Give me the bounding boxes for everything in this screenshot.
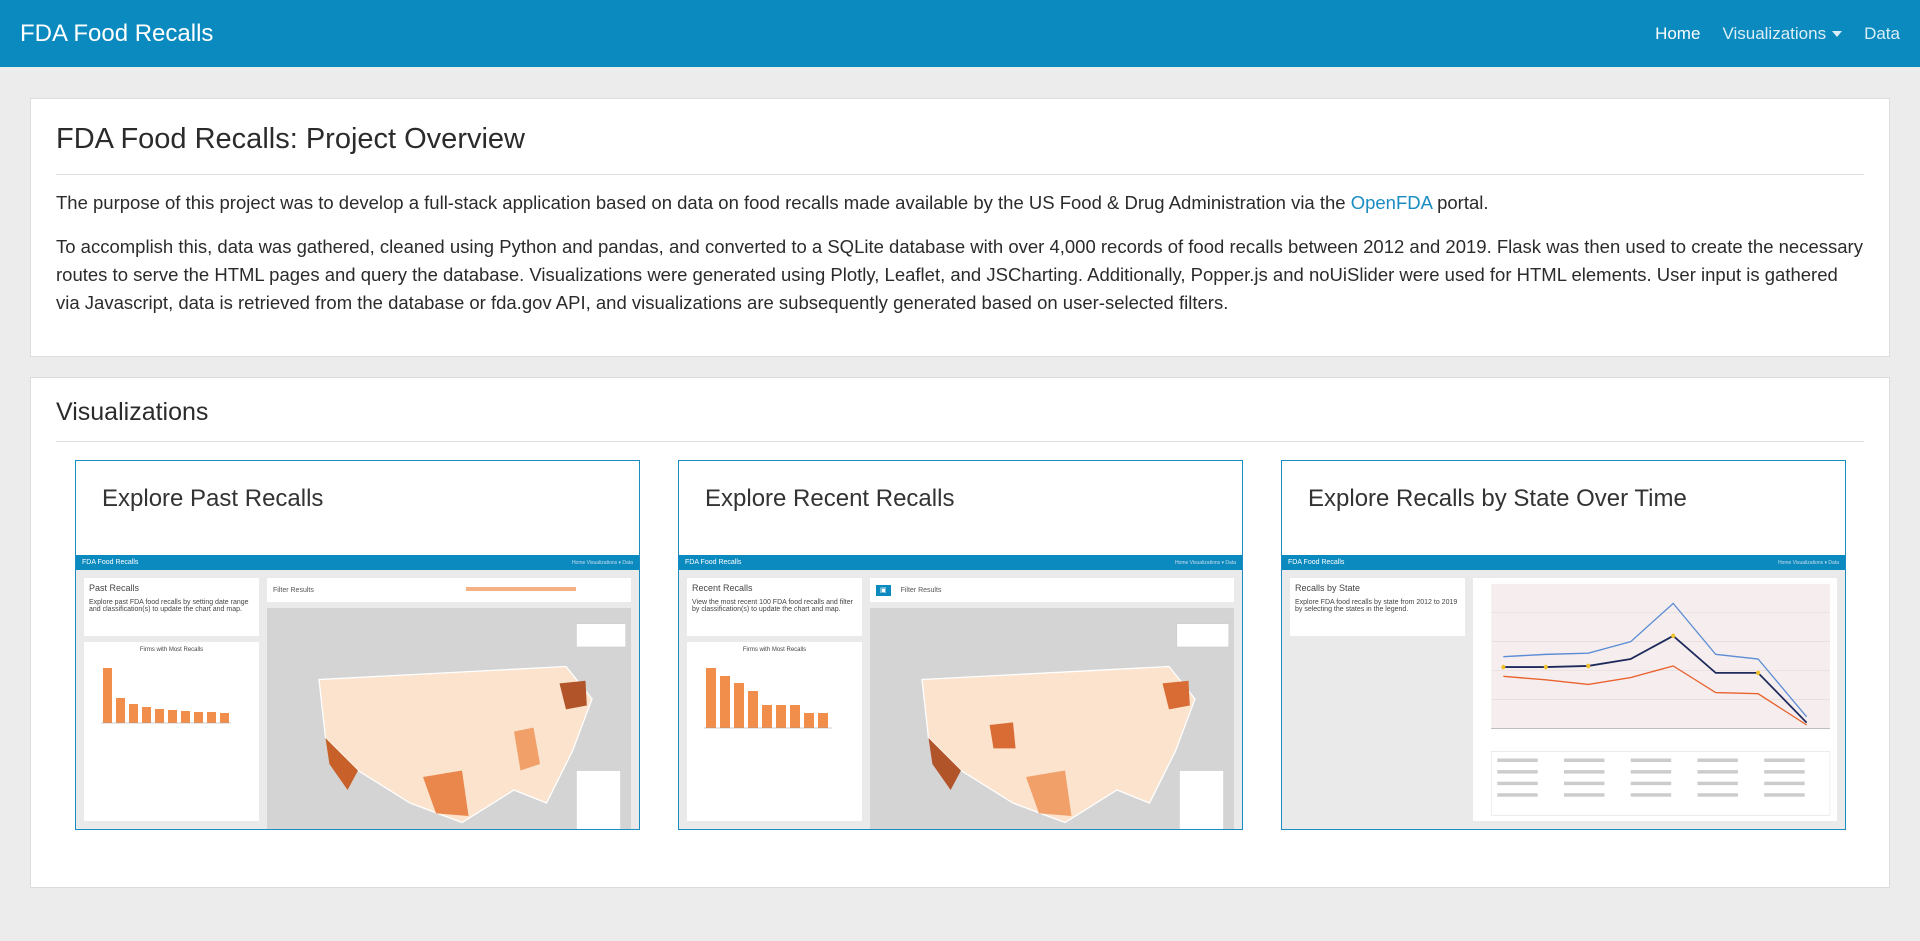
thumb-bar-chart: Firms with Most Recalls <box>84 642 259 821</box>
p1-text-after: portal. <box>1431 192 1489 213</box>
viz-card-title: Explore Past Recalls <box>102 485 324 512</box>
thumb-nav: Home Visualizations ▾ Data <box>1777 559 1839 566</box>
thumb-panel-desc: Explore past FDA food recalls by setting… <box>89 599 249 613</box>
thumb-panel-desc: Explore FDA food recalls by state from 2… <box>1295 599 1458 613</box>
top-navbar: FDA Food Recalls Home Visualizations Dat… <box>0 0 1920 67</box>
overview-title: FDA Food Recalls: Project Overview <box>56 123 1864 175</box>
visualizations-title: Visualizations <box>56 398 1864 442</box>
nav-home[interactable]: Home <box>1655 24 1700 44</box>
recalls-by-state-thumbnail: FDA Food Recalls Home Visualizations ▾ Da… <box>1282 555 1845 829</box>
thumb-panel-title: Recent Recalls <box>692 583 753 593</box>
caret-down-icon <box>1832 30 1843 37</box>
visualizations-card: Visualizations Explore Past Recalls FDA … <box>30 377 1890 888</box>
viz-card-title: Explore Recalls by State Over Time <box>1308 485 1687 512</box>
thumb-nav: Home Visualizations ▾ Data <box>571 559 633 566</box>
thumb-panel-title: Past Recalls <box>89 583 140 593</box>
nav-visualizations-label: Visualizations <box>1722 23 1827 43</box>
thumb-nav: Home Visualizations ▾ Data <box>1174 559 1236 566</box>
nav-menu: Home Visualizations Data <box>1655 24 1900 44</box>
thumb-panel: Past Recalls Explore past FDA food recall… <box>84 578 259 636</box>
thumb-brand: FDA Food Recalls <box>82 559 139 566</box>
thumb-filter-label: Filter Results <box>273 587 314 594</box>
viz-card-title: Explore Recent Recalls <box>705 485 955 512</box>
overview-paragraph-2: To accomplish this, data was gathered, c… <box>56 236 1863 313</box>
thumb-line-chart <box>1473 578 1837 821</box>
visualization-cards: Explore Past Recalls FDA Food Recalls Hom… <box>56 460 1864 830</box>
thumb-map <box>870 608 1234 829</box>
thumb-filter: Filter Results <box>267 578 631 602</box>
thumb-panel: Recalls by State Explore FDA food recalls… <box>1290 578 1465 636</box>
brand-link[interactable]: FDA Food Recalls <box>20 20 213 48</box>
nav-data[interactable]: Data <box>1864 24 1900 44</box>
viz-card-recent-recalls[interactable]: Explore Recent Recalls FDA Food Recalls H… <box>678 460 1243 830</box>
thumb-map <box>267 608 631 829</box>
overview-card: FDA Food Recalls: Project Overview The p… <box>30 98 1890 357</box>
thumb-slider <box>465 587 576 591</box>
thumb-navbar: FDA Food Recalls Home Visualizations ▾ Da… <box>76 555 639 570</box>
thumb-bars <box>101 668 231 724</box>
thumb-brand: FDA Food Recalls <box>685 559 742 566</box>
thumb-bars <box>704 668 832 729</box>
thumb-panel-title: Recalls by State <box>1295 583 1361 593</box>
nav-visualizations-dropdown[interactable]: Visualizations <box>1722 23 1843 44</box>
openfda-link[interactable]: OpenFDA <box>1351 192 1432 213</box>
thumb-navbar: FDA Food Recalls Home Visualizations ▾ Da… <box>1282 555 1845 570</box>
p1-text-before: The purpose of this project was to devel… <box>56 192 1351 213</box>
recent-recalls-thumbnail: FDA Food Recalls Home Visualizations ▾ Da… <box>679 555 1242 829</box>
thumb-filter: ▣ Filter Results <box>870 578 1234 602</box>
thumb-filter-label: Filter Results <box>900 587 942 594</box>
thumb-update-button: ▣ <box>876 585 891 596</box>
past-recalls-thumbnail: FDA Food Recalls Home Visualizations ▾ Da… <box>76 555 639 829</box>
thumb-brand: FDA Food Recalls <box>1288 559 1345 566</box>
thumb-panel: Recent Recalls View the most recent 100 F… <box>687 578 862 636</box>
thumb-bar-chart: Firms with Most Recalls <box>687 642 862 821</box>
thumb-navbar: FDA Food Recalls Home Visualizations ▾ Da… <box>679 555 1242 570</box>
viz-card-recalls-by-state[interactable]: Explore Recalls by State Over Time FDA F… <box>1281 460 1846 830</box>
overview-paragraph-1: The purpose of this project was to devel… <box>56 189 1864 217</box>
thumb-panel-desc: View the most recent 100 FDA food recall… <box>692 599 853 613</box>
viz-card-past-recalls[interactable]: Explore Past Recalls FDA Food Recalls Hom… <box>75 460 640 830</box>
